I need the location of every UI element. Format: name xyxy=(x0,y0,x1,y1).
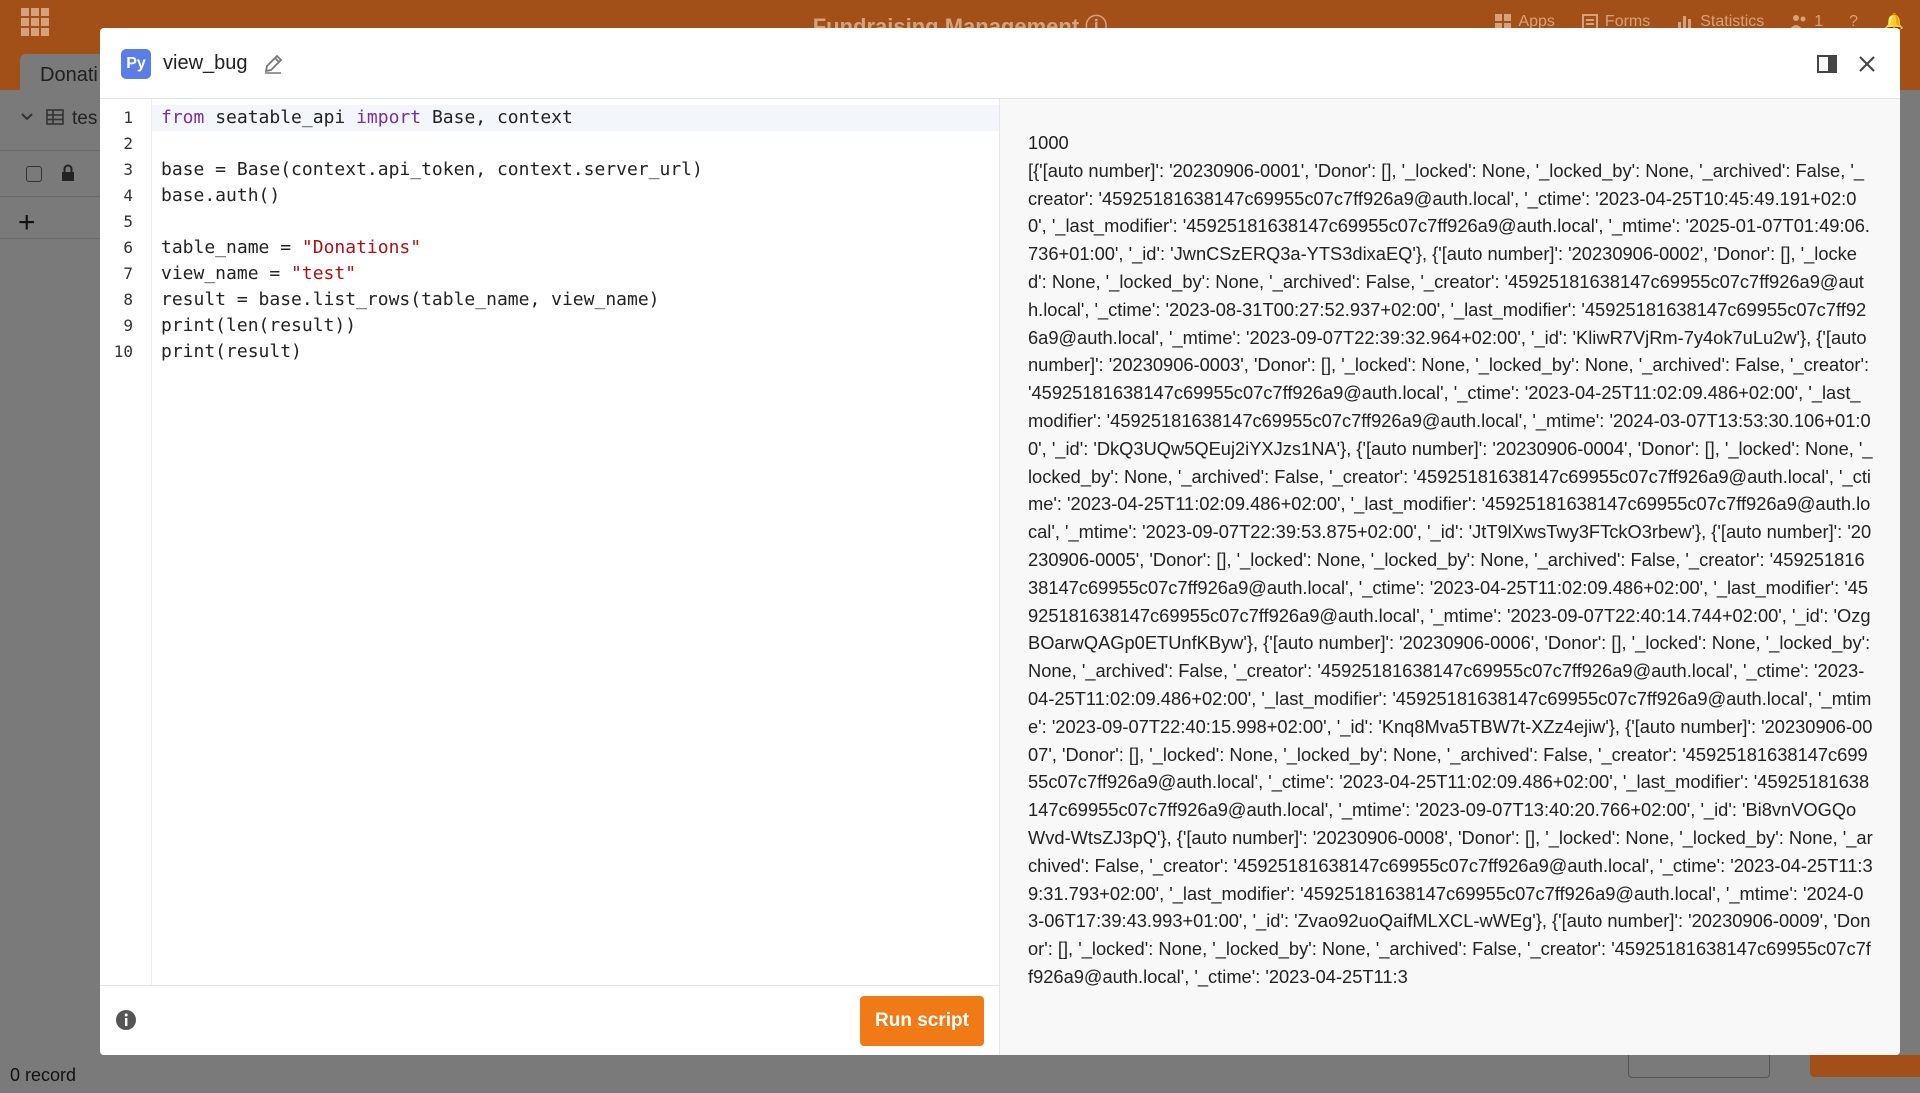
code-line-7: view_name = "test" xyxy=(161,263,356,284)
run-script-button[interactable]: Run script xyxy=(860,996,984,1046)
background-button xyxy=(1810,1055,1920,1077)
code-token: table_name = xyxy=(161,237,302,258)
line-number: 2 xyxy=(123,134,133,153)
code-line-8: result = base.list_rows(table_name, view… xyxy=(161,289,660,310)
divider xyxy=(0,238,100,239)
code-line-1: from seatable_api import Base, context xyxy=(161,107,573,128)
table-icon xyxy=(46,109,64,125)
code-line-6: table_name = "Donations" xyxy=(161,237,421,258)
record-count: 0 record xyxy=(10,1065,77,1085)
add-row-icon[interactable]: + xyxy=(18,206,36,240)
output-panel[interactable]: 1000 [{'[auto number]': '20230906-0001',… xyxy=(1000,99,1900,1055)
line-number: 7 xyxy=(123,264,133,283)
chevron-down-icon xyxy=(21,113,33,121)
code-line-10: print(result) xyxy=(161,341,302,362)
editor-footer: Run script xyxy=(100,985,1000,1055)
divider xyxy=(0,196,100,197)
pencil-icon[interactable] xyxy=(262,53,284,75)
code-editor[interactable]: 1 2 3 4 5 6 7 8 9 10 from seatable_api i… xyxy=(100,99,1000,985)
string-token: "Donations" xyxy=(301,237,422,258)
keyword-token: import xyxy=(356,107,422,128)
line-number: 8 xyxy=(123,290,133,309)
code-line-4: base.auth() xyxy=(161,185,281,206)
code-token: seatable_api xyxy=(204,107,357,128)
output-text: 1000 [{'[auto number]': '20230906-0001',… xyxy=(1028,129,1873,991)
line-number: 5 xyxy=(123,212,133,231)
dialog-header: Py view_bug xyxy=(100,28,1900,99)
code-line-3: base = Base(context.api_token, context.s… xyxy=(161,159,703,180)
line-number: 4 xyxy=(123,186,133,205)
script-dialog: Py view_bug 1 2 3 4 5 6 7 8 9 10 from se… xyxy=(100,28,1900,1055)
info-icon[interactable] xyxy=(115,1009,137,1031)
view-label: tes xyxy=(72,108,98,129)
output-result: [{'[auto number]': '20230906-0001', 'Don… xyxy=(1028,159,1876,987)
line-number: 10 xyxy=(113,342,133,361)
line-number-gutter: 1 2 3 4 5 6 7 8 9 10 xyxy=(100,99,152,985)
close-icon[interactable] xyxy=(1856,53,1878,75)
tab-donations-label: Donati xyxy=(40,64,98,86)
line-number: 1 xyxy=(123,108,133,127)
select-all-checkbox[interactable] xyxy=(26,166,42,182)
view-selector[interactable]: tes xyxy=(0,104,100,136)
line-number: 6 xyxy=(123,238,133,257)
code-token: view_name = xyxy=(161,263,292,284)
output-count: 1000 xyxy=(1028,132,1069,153)
keyword-token: from xyxy=(161,107,205,128)
script-name: view_bug xyxy=(163,52,248,74)
code-token: Base, context xyxy=(421,107,573,128)
status-bar: 0 record xyxy=(0,1055,1920,1093)
lock-icon xyxy=(62,164,74,181)
split-panel-icon[interactable] xyxy=(1816,53,1838,75)
line-number: 9 xyxy=(123,316,133,335)
divider xyxy=(0,150,100,151)
python-icon: Py xyxy=(121,49,151,79)
string-token: "test" xyxy=(291,263,357,284)
line-number: 3 xyxy=(123,160,133,179)
background-button xyxy=(1628,1055,1770,1078)
code-line-9: print(len(result)) xyxy=(161,315,357,336)
